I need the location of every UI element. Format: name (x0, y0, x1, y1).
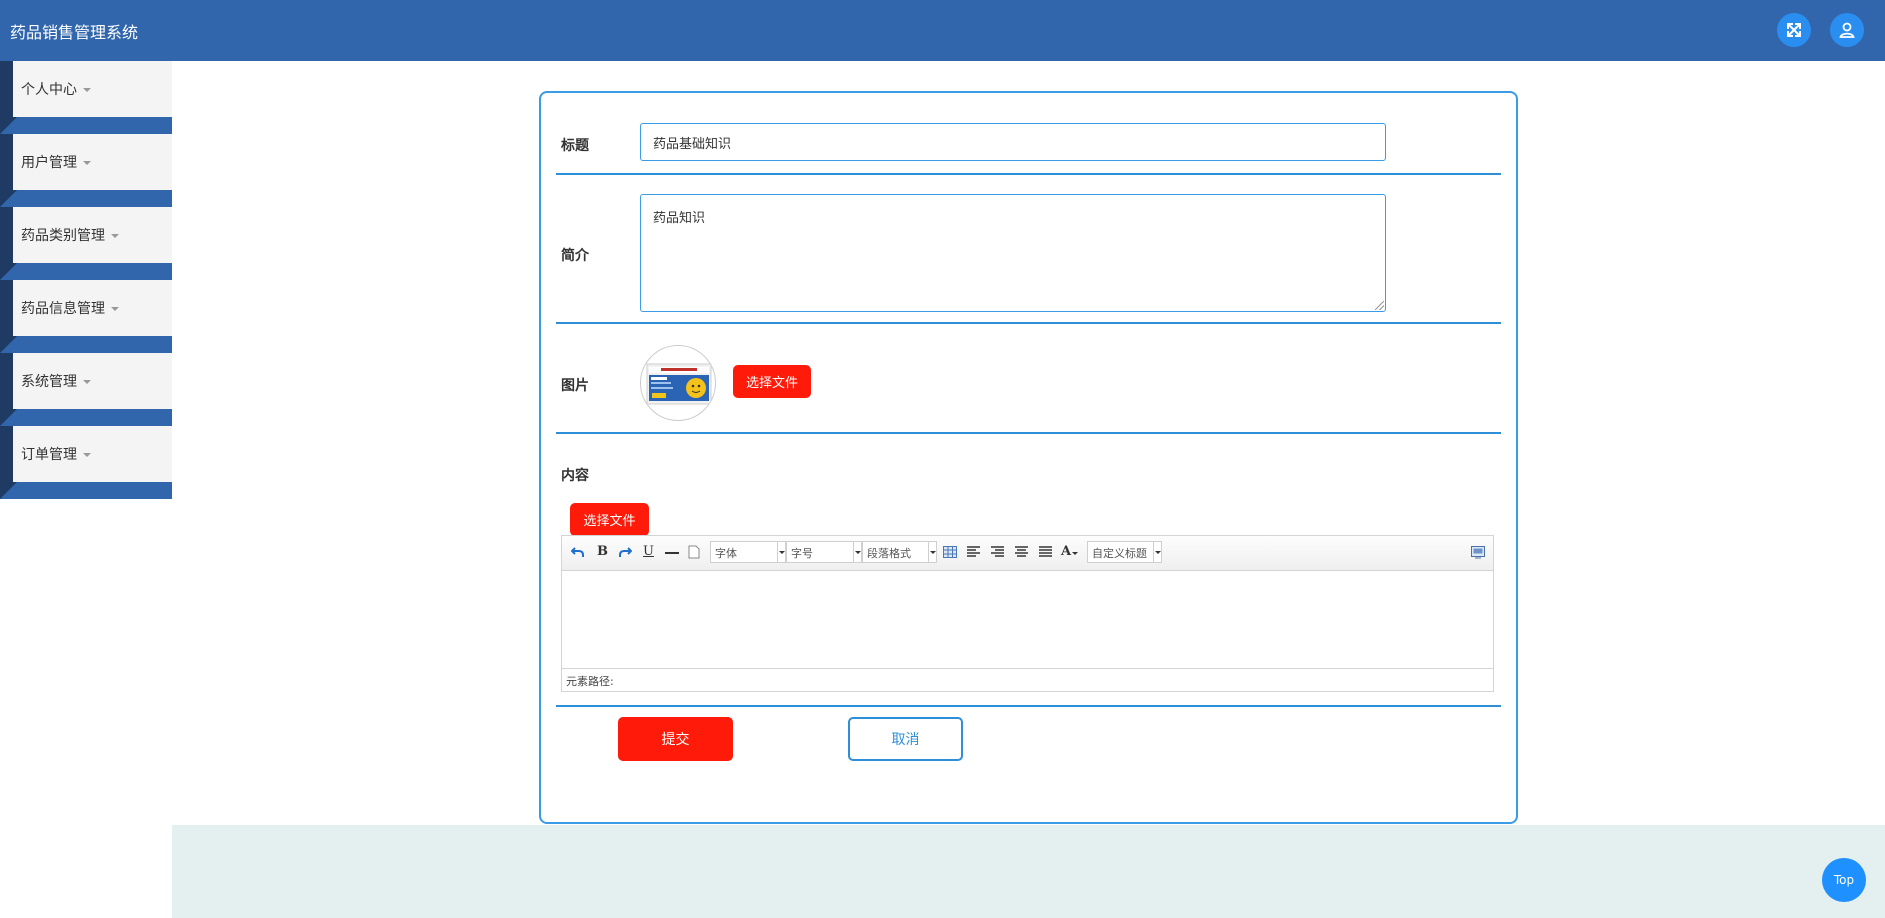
sidebar-block: 个人中心 (0, 61, 172, 134)
fullscreen-icon (1787, 23, 1801, 37)
row-divider (556, 173, 1501, 175)
caret-down-icon (83, 380, 91, 384)
font-size-select[interactable]: 字号 (786, 541, 854, 563)
resize-handle-icon[interactable] (1375, 301, 1384, 310)
sidebar-divider (0, 409, 172, 426)
dropdown-arrow-icon[interactable] (1154, 541, 1162, 563)
content-choose-file-button[interactable]: 选择文件 (570, 503, 649, 536)
sidebar-item-user-management[interactable]: 用户管理 (0, 134, 172, 190)
preview-icon[interactable] (1471, 545, 1485, 559)
document-icon[interactable] (688, 545, 700, 559)
font-color-dropdown-icon[interactable] (1072, 552, 1078, 555)
edit-form-card: 标题 简介 药品知识 图片 选择文件 内容 选择文件 (539, 91, 1518, 824)
title-input[interactable] (640, 123, 1386, 161)
sidebar-item-label: 用户管理 (21, 155, 77, 171)
undo-icon[interactable] (571, 545, 585, 559)
sidebar-item-drug-category-management[interactable]: 药品类别管理 (0, 207, 172, 263)
row-divider (556, 705, 1501, 707)
font-color-button[interactable]: A (1061, 544, 1071, 559)
sidebar-block: 系统管理 (0, 353, 172, 426)
sidebar-item-label: 个人中心 (21, 82, 77, 98)
sidebar-item-system-management[interactable]: 系统管理 (0, 353, 172, 409)
footer-area (172, 825, 1885, 918)
sidebar-block: 订单管理 (0, 426, 172, 499)
editor-element-path: 元素路径: (562, 668, 1493, 691)
dropdown-arrow-icon[interactable] (854, 541, 862, 563)
back-to-top-button[interactable]: Top (1822, 858, 1866, 902)
horizontal-rule-icon[interactable] (665, 552, 679, 554)
image-thumbnail[interactable] (640, 345, 716, 421)
sidebar-divider (0, 117, 172, 134)
sidebar-item-order-management[interactable]: 订单管理 (0, 426, 172, 482)
drug-package-image (646, 363, 712, 405)
submit-button[interactable]: 提交 (618, 717, 733, 761)
content-label: 内容 (561, 468, 589, 484)
sidebar-divider (0, 263, 172, 280)
row-divider (556, 322, 1501, 324)
table-icon[interactable] (943, 546, 957, 558)
top-header: 药品销售管理系统 (0, 0, 1885, 61)
align-right-icon[interactable] (991, 546, 1004, 557)
sidebar-item-label: 系统管理 (21, 374, 77, 390)
image-label: 图片 (561, 378, 589, 394)
caret-down-icon (83, 161, 91, 165)
sidebar-item-label: 药品类别管理 (21, 228, 105, 244)
align-center-icon[interactable] (1015, 546, 1028, 557)
sidebar-divider (0, 482, 172, 499)
intro-label: 简介 (561, 248, 589, 264)
dropdown-arrow-icon[interactable] (929, 541, 937, 563)
caret-down-icon (83, 88, 91, 92)
sidebar-divider (0, 336, 172, 353)
image-choose-file-button[interactable]: 选择文件 (733, 365, 811, 398)
bold-button[interactable]: B (597, 544, 608, 559)
underline-button[interactable]: U (643, 544, 654, 559)
user-profile-button[interactable] (1830, 13, 1864, 47)
sidebar-block: 药品信息管理 (0, 280, 172, 353)
sidebar-item-label: 订单管理 (21, 447, 77, 463)
rich-text-editor: B U 字体 字号 段落格式 A 自定义标题 元素路径: (561, 535, 1494, 692)
redo-icon[interactable] (618, 545, 632, 559)
sidebar-block: 用户管理 (0, 134, 172, 207)
title-label: 标题 (561, 138, 589, 154)
intro-textarea[interactable]: 药品知识 (640, 194, 1386, 312)
caret-down-icon (111, 234, 119, 238)
user-icon (1839, 22, 1855, 38)
paragraph-format-select[interactable]: 段落格式 (862, 541, 929, 563)
fullscreen-button[interactable] (1777, 13, 1811, 47)
app-title: 药品销售管理系统 (10, 23, 139, 42)
editor-toolbar: B U 字体 字号 段落格式 A 自定义标题 (562, 536, 1493, 571)
caret-down-icon (111, 307, 119, 311)
editor-content-area[interactable] (562, 571, 1493, 667)
caret-down-icon (83, 453, 91, 457)
font-family-select[interactable]: 字体 (710, 541, 778, 563)
sidebar-item-label: 药品信息管理 (21, 301, 105, 317)
sidebar-menu: 个人中心 用户管理 药品类别管理 药品信息管理 系统管理 订单管理 (0, 61, 172, 499)
sidebar-item-personal-center[interactable]: 个人中心 (0, 61, 172, 117)
sidebar-item-drug-info-management[interactable]: 药品信息管理 (0, 280, 172, 336)
sidebar-block: 药品类别管理 (0, 207, 172, 280)
align-justify-icon[interactable] (1039, 546, 1052, 557)
row-divider (556, 432, 1501, 434)
cancel-button[interactable]: 取消 (848, 717, 963, 761)
sidebar-divider (0, 190, 172, 207)
dropdown-arrow-icon[interactable] (778, 541, 786, 563)
align-left-icon[interactable] (967, 546, 980, 557)
custom-title-select[interactable]: 自定义标题 (1087, 541, 1154, 563)
